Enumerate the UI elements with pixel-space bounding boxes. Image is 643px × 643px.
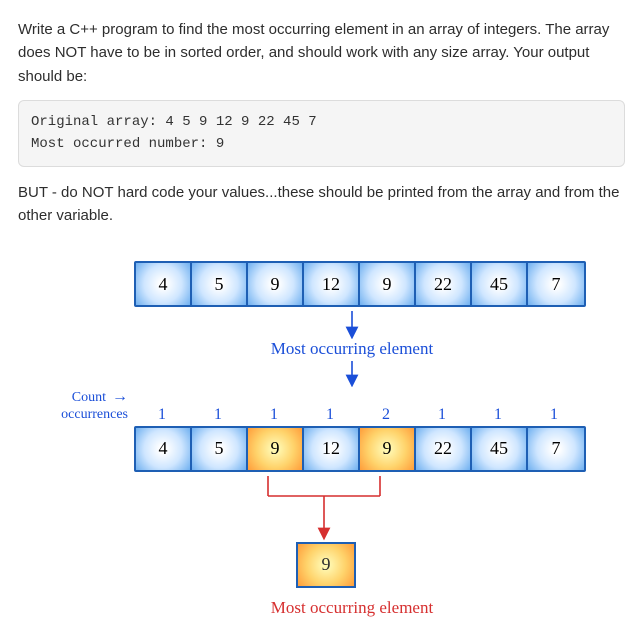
count-value: 1 — [414, 406, 470, 424]
array-cell: 45 — [472, 428, 528, 470]
array-cell: 9 — [248, 263, 304, 305]
array-cell: 4 — [136, 263, 192, 305]
array-cell: 22 — [416, 263, 472, 305]
counts-row: 11112111 — [134, 406, 582, 424]
code-line-2: Most occurred number: 9 — [31, 136, 224, 152]
count-occurrences-label: Count → occurrences — [18, 387, 134, 424]
down-arrow-icon — [128, 359, 576, 387]
array-cell: 5 — [192, 428, 248, 470]
most-occurring-label: Most occurring element — [271, 339, 433, 358]
result-cell: 9 — [296, 542, 356, 588]
expected-output-codebox: Original array: 4 5 9 12 9 22 45 7 Most … — [18, 100, 625, 167]
array-cell: 12 — [304, 428, 360, 470]
count-value: 1 — [302, 406, 358, 424]
original-array-row: 45912922457 — [134, 261, 586, 307]
result-value: 9 — [322, 554, 331, 575]
array-cell: 9 — [360, 428, 416, 470]
array-cell: 9 — [360, 263, 416, 305]
question-paragraph-1: Write a C++ program to find the most occ… — [18, 18, 625, 88]
array-cell: 9 — [248, 428, 304, 470]
down-arrow-icon — [128, 307, 576, 339]
count-value: 1 — [134, 406, 190, 424]
array-cell: 45 — [472, 263, 528, 305]
diagram-area: 45912922457 Most occurring element Count… — [18, 261, 625, 618]
question-paragraph-2: BUT - do NOT hard code your values...the… — [18, 181, 625, 228]
array-cell: 5 — [192, 263, 248, 305]
bracket-connector-icon — [128, 472, 576, 542]
right-arrow-icon: → — [108, 388, 128, 405]
count-value: 1 — [246, 406, 302, 424]
count-value: 1 — [470, 406, 526, 424]
array-cell: 7 — [528, 428, 584, 470]
array-cell: 4 — [136, 428, 192, 470]
count-value: 1 — [190, 406, 246, 424]
count-value: 2 — [358, 406, 414, 424]
code-line-1: Original array: 4 5 9 12 9 22 45 7 — [31, 114, 317, 130]
result-caption: Most occurring element — [271, 598, 433, 617]
count-value: 1 — [526, 406, 582, 424]
counted-array-row: 45912922457 — [134, 426, 586, 472]
array-cell: 22 — [416, 428, 472, 470]
array-cell: 7 — [528, 263, 584, 305]
array-cell: 12 — [304, 263, 360, 305]
